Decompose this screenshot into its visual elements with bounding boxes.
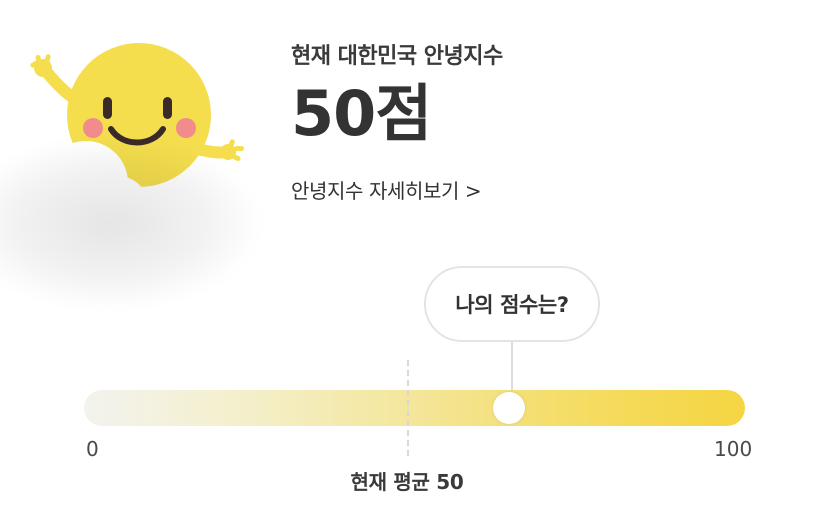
average-marker-line xyxy=(407,360,409,456)
score-value: 50점 xyxy=(291,77,432,150)
my-score-bubble: 나의 점수는? xyxy=(424,266,600,342)
average-label: 현재 평균 50 xyxy=(350,470,464,494)
mascot xyxy=(0,28,270,308)
score-header: 현재 대한민국 안녕지수 50점 xyxy=(291,42,503,150)
bubble-pointer xyxy=(511,342,513,394)
scale-max-label: 100 xyxy=(714,437,753,461)
score-subtitle: 현재 대한민국 안녕지수 xyxy=(291,44,503,69)
my-score-knob[interactable] xyxy=(492,392,525,424)
scale-min-label: 0 xyxy=(86,437,99,461)
bubble-label: 나의 점수는? xyxy=(455,293,569,317)
detail-link[interactable]: 안녕지수 자세히보기 > xyxy=(291,176,482,206)
score-gauge-track xyxy=(84,390,745,426)
